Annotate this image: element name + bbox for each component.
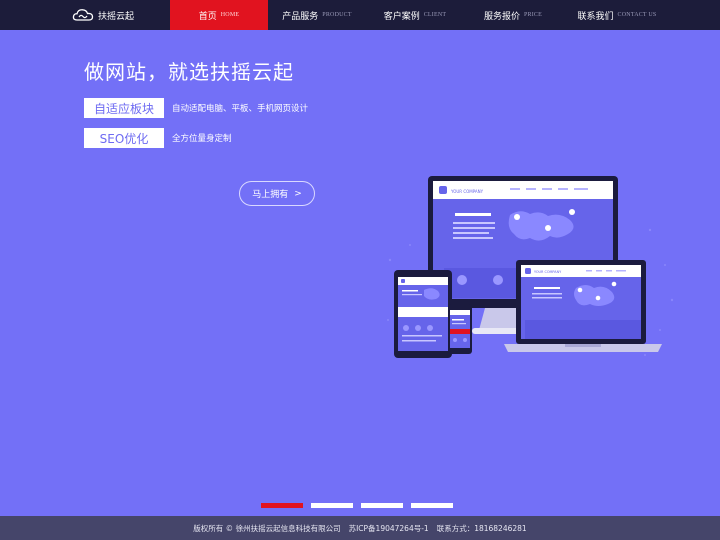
feature-description: 全方位量身定制 <box>172 134 232 144</box>
top-navigation-bar: 扶摇云起 首页 HOME 产品服务 PRODUCT 客户案例 CLIENT 服务… <box>0 0 720 30</box>
cta-label: 马上拥有 <box>252 190 289 200</box>
slider-dot-2[interactable] <box>311 503 353 508</box>
brand-logo[interactable]: 扶摇云起 <box>72 7 134 23</box>
feature-tag: SEO优化 <box>84 128 164 148</box>
copyright-text: 版权所有 © 徐州扶摇云起信息科技有限公司 <box>193 523 341 533</box>
nav-item-contact[interactable]: 联系我们 CONTACT US <box>562 0 672 30</box>
responsive-devices-illustration: YOUR COMPANY YOUR COMPANY <box>387 176 674 358</box>
nav-item-price[interactable]: 服务报价 PRICE <box>464 0 562 30</box>
nav-item-label: 服务报价 <box>483 11 520 22</box>
nav-item-label: 首页 <box>198 11 217 22</box>
feature-description: 自动适配电脑、平板、手机网页设计 <box>172 104 309 114</box>
nav-item-home[interactable]: 首页 HOME <box>170 0 268 30</box>
slider-dot-1[interactable] <box>261 503 303 508</box>
slider-dot-4[interactable] <box>411 503 453 508</box>
icp-number[interactable]: 苏ICP备19047264号-1 <box>349 523 429 534</box>
nav-item-en-label: CONTACT US <box>617 12 657 18</box>
brand-name: 扶摇云起 <box>98 11 135 22</box>
feature-seo: SEO优化 全方位量身定制 <box>84 128 232 148</box>
nav-item-client[interactable]: 客户案例 CLIENT <box>366 0 464 30</box>
main-nav: 首页 HOME 产品服务 PRODUCT 客户案例 CLIENT 服务报价 PR… <box>170 0 672 30</box>
nav-item-en-label: CLIENT <box>423 12 447 18</box>
phone <box>448 304 472 354</box>
nav-item-en-label: PRICE <box>524 12 543 18</box>
feature-responsive: 自适应板块 自动适配电脑、平板、手机网页设计 <box>84 98 308 118</box>
nav-item-product[interactable]: 产品服务 PRODUCT <box>268 0 366 30</box>
laptop-company-label: YOUR COMPANY <box>534 270 562 274</box>
nav-item-en-label: PRODUCT <box>322 12 352 18</box>
desktop-company-label: YOUR COMPANY <box>450 189 484 194</box>
chevron-right-icon: > <box>294 188 302 199</box>
laptop: YOUR COMPANY <box>504 260 662 352</box>
feature-tag: 自适应板块 <box>84 98 164 118</box>
footer: 版权所有 © 徐州扶摇云起信息科技有限公司 苏ICP备19047264号-1 联… <box>0 516 720 540</box>
slider-dot-3[interactable] <box>361 503 403 508</box>
cloud-logo-icon <box>72 9 94 21</box>
nav-item-en-label: HOME <box>220 12 240 18</box>
slider-indicators <box>261 503 453 508</box>
nav-item-label: 产品服务 <box>282 11 319 22</box>
tablet <box>394 270 452 358</box>
contact-info: 联系方式：18168246281 <box>436 523 527 533</box>
nav-item-label: 客户案例 <box>383 11 420 22</box>
nav-item-label: 联系我们 <box>577 11 614 22</box>
hero-title: 做网站，就选扶摇云起 <box>84 60 294 84</box>
get-it-now-button[interactable]: 马上拥有 > <box>239 181 315 206</box>
